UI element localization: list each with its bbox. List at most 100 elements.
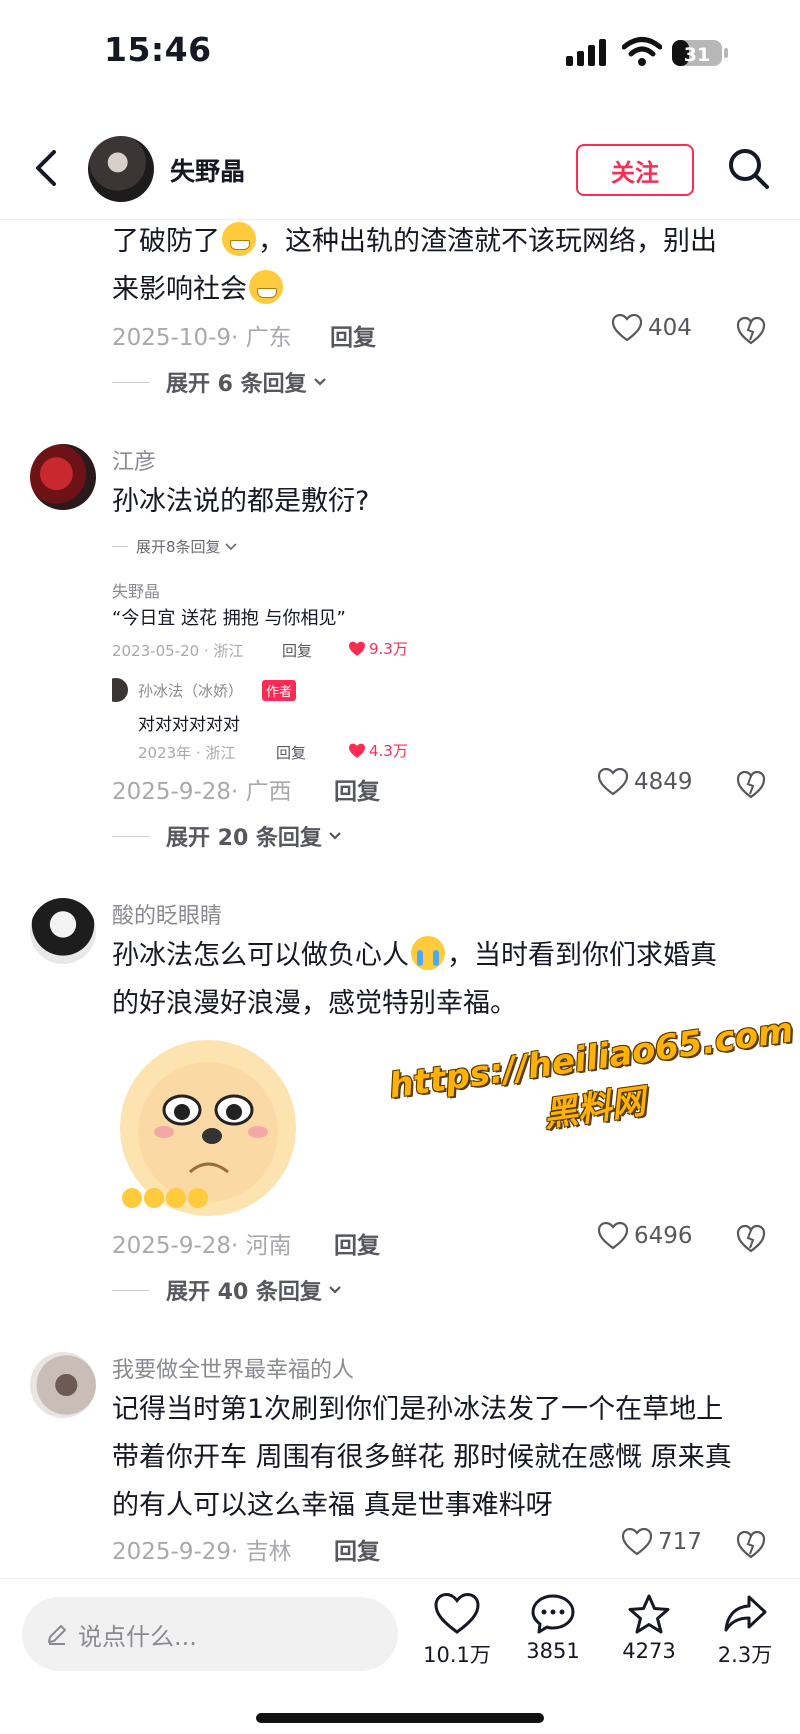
chevron-down-icon <box>329 832 341 840</box>
like-count: 4849 <box>634 769 693 795</box>
comment-text-part: 了破防了 <box>112 226 220 257</box>
back-icon[interactable] <box>30 148 64 188</box>
reply-button[interactable]: 回复 <box>334 1226 380 1260</box>
heart-filled-icon <box>349 641 365 656</box>
shares-count: 2.3万 <box>717 1643 773 1667</box>
comment-text-line: 带着你开车 周围有很多鲜花 那时候就在感慨 原来真 <box>112 1442 732 1473</box>
comment-input[interactable]: 说点什么... <box>22 1597 398 1671</box>
avatar[interactable] <box>88 136 154 202</box>
share-button[interactable]: 2.3万 <box>700 1593 790 1669</box>
status-time: 15:46 <box>104 30 212 69</box>
comment-username[interactable]: 酸的眨眼睛 <box>112 898 222 930</box>
comment-text: 了破防了 ，这种出轨的渣渣就不该玩网络，别出 来影响社会 <box>112 218 762 314</box>
profile-username[interactable]: 失野晶 <box>170 152 245 188</box>
heart-icon <box>434 1593 480 1634</box>
grin-emoji-icon <box>222 222 256 256</box>
embedded-like-count: 9.3万 <box>369 640 408 658</box>
follow-button[interactable]: 关注 <box>576 144 694 196</box>
comment-bubble-icon <box>531 1594 575 1634</box>
avatar[interactable] <box>30 1352 96 1418</box>
comment-date: 2025-9-28· 河南 <box>112 1233 292 1259</box>
favorite-button[interactable]: 4273 <box>604 1593 694 1663</box>
embedded-likes: 9.3万 <box>348 638 408 659</box>
like-video-count: 10.1万 <box>423 1643 491 1667</box>
pleading-emoji-icon <box>122 1188 142 1208</box>
embedded-meta: 2023年 · 浙江 <box>138 744 236 762</box>
avatar <box>112 678 128 702</box>
chevron-down-icon <box>313 378 326 386</box>
avatar[interactable] <box>30 898 96 964</box>
dislike-icon[interactable] <box>736 1224 766 1254</box>
expand-replies-button[interactable]: 展开 6 条回复 <box>112 366 327 398</box>
embedded-text: “今日宜 送花 拥抱 与你相见” <box>112 608 346 629</box>
comment-username[interactable]: 我要做全世界最幸福的人 <box>112 1352 354 1384</box>
comment-text-part: ，当时看到你们求婚真 <box>447 940 717 971</box>
dislike-icon[interactable] <box>736 316 766 346</box>
cellular-signal-icon <box>566 39 606 66</box>
comments-button[interactable]: 3851 <box>508 1593 598 1663</box>
heart-icon <box>612 314 642 342</box>
author-badge: 作者 <box>262 680 297 701</box>
status-bar: 15:46 31 <box>0 0 800 110</box>
comment-date: 2025-9-28· 广西 <box>112 779 292 805</box>
comment-text-line: 的有人可以这么幸福 真是世事难料呀 <box>112 1490 553 1521</box>
like-video-button[interactable]: 10.1万 <box>412 1593 502 1669</box>
comments-count: 3851 <box>526 1639 580 1663</box>
like-button[interactable]: 404 <box>612 314 692 342</box>
sticker-image[interactable] <box>112 1032 298 1216</box>
chevron-down-icon <box>329 1286 341 1294</box>
grin-emoji-icon <box>249 270 283 304</box>
dislike-icon[interactable] <box>736 1530 766 1560</box>
avatar[interactable] <box>30 444 96 510</box>
embedded-likes: 4.3万 <box>348 740 408 761</box>
pleading-emoji-icon <box>188 1188 208 1208</box>
comment-date: 2025-9-29· 吉林 <box>112 1539 292 1565</box>
comment-text: 孙冰法怎么可以做负心人 ，当时看到你们求婚真 的好浪漫好浪漫，感觉特别幸福。 <box>112 932 762 1028</box>
expand-replies-button[interactable]: 展开 40 条回复 <box>112 1274 342 1306</box>
watermark: https://heiliao65.com 黑料网 <box>386 1006 796 1161</box>
expand-replies-label: 展开 6 条回复 <box>166 372 307 397</box>
divider <box>112 835 150 837</box>
expand-replies-button[interactable]: 展开 20 条回复 <box>112 820 342 852</box>
dislike-icon[interactable] <box>736 770 766 800</box>
bottom-action-bar: 说点什么... 10.1万 3851 4273 2.3万 <box>0 1578 800 1734</box>
embedded-username: 失野晶 <box>112 582 161 601</box>
comment-text-line: 记得当时第1次刷到你们是孙冰法发了一个在草地上 <box>112 1394 724 1425</box>
star-icon <box>628 1594 670 1634</box>
search-icon[interactable] <box>726 146 770 190</box>
battery-level: 31 <box>684 44 710 66</box>
reply-button[interactable]: 回复 <box>330 318 376 352</box>
reply-button[interactable]: 回复 <box>334 772 380 806</box>
like-button[interactable]: 6496 <box>598 1222 693 1250</box>
embedded-text: 对对对对对对 <box>138 715 240 735</box>
pleading-emoji-icon <box>144 1188 164 1208</box>
embedded-expand: 展开8条回复 <box>112 536 237 557</box>
home-indicator <box>256 1713 544 1723</box>
heart-icon <box>598 1222 628 1250</box>
comment-text-part: 来影响社会 <box>112 274 247 305</box>
like-button[interactable]: 717 <box>622 1528 702 1556</box>
comment-text-part: ，这种出轨的渣渣就不该玩网络，别出 <box>258 226 717 257</box>
divider <box>112 1289 150 1291</box>
embedded-username: 孙冰法（冰娇） <box>138 682 244 700</box>
embedded-like-count: 4.3万 <box>369 742 408 760</box>
share-arrow-icon <box>724 1595 767 1632</box>
comment-text-part: 孙冰法怎么可以做负心人 <box>112 940 409 971</box>
divider <box>112 381 150 383</box>
embedded-meta: 2023-05-20 · 浙江 <box>112 642 244 660</box>
pen-icon <box>48 1625 66 1645</box>
embedded-reply: 回复 <box>282 642 313 660</box>
like-count: 404 <box>648 315 692 341</box>
like-button[interactable]: 4849 <box>598 768 693 796</box>
comment-text: 记得当时第1次刷到你们是孙冰法发了一个在草地上 带着你开车 周围有很多鲜花 那时… <box>112 1386 762 1530</box>
expand-replies-label: 展开 20 条回复 <box>166 826 322 851</box>
emoji-row <box>122 1188 208 1208</box>
comment-username[interactable]: 江彦 <box>112 444 156 476</box>
like-count: 6496 <box>634 1223 693 1249</box>
profile-header: 失野晶 关注 <box>0 110 800 220</box>
reply-button[interactable]: 回复 <box>334 1532 380 1566</box>
chevron-down-icon <box>224 542 237 550</box>
favorites-count: 4273 <box>622 1639 676 1663</box>
embedded-comment-screenshot: 展开8条回复 失野晶 “今日宜 送花 拥抱 与你相见” 2023-05-20 ·… <box>112 528 420 764</box>
battery-icon: 31 <box>672 38 730 68</box>
